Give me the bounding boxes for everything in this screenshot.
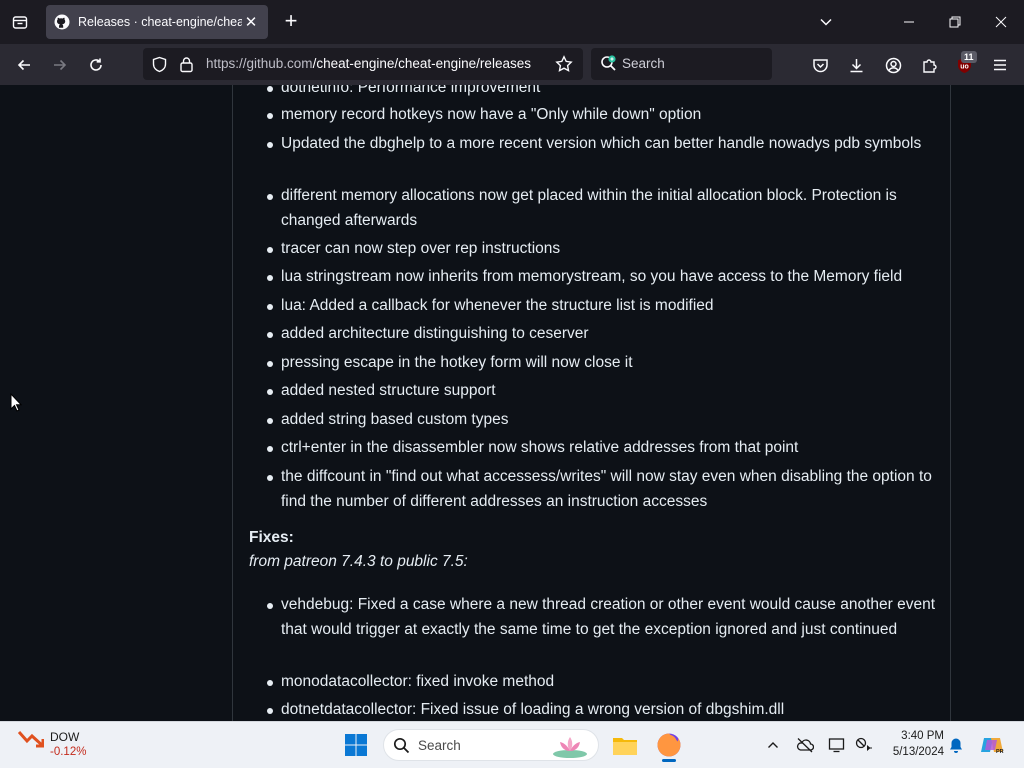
navigation-toolbar: https://github.com/cheat-engine/cheat-en…	[0, 44, 1024, 85]
bookmark-star-button[interactable]	[555, 55, 573, 76]
show-hidden-icons-button[interactable]	[758, 730, 788, 760]
pocket-icon	[812, 58, 828, 72]
stock-name: DOW	[50, 730, 80, 744]
list-item: Updated the dbghelp to a more recent ver…	[267, 132, 937, 157]
list-item: lua stringstream now inherits from memor…	[267, 265, 937, 290]
stock-widget[interactable]: DOW -0.12%	[18, 728, 86, 758]
extensions-button[interactable]	[914, 50, 944, 80]
list-item: added string based custom types	[267, 408, 937, 433]
tab-title: Releases · cheat-engine/cheat-engine	[78, 15, 242, 29]
hamburger-menu-icon	[994, 59, 1006, 71]
start-button[interactable]	[341, 730, 371, 760]
list-item: pressing escape in the hotkey form will …	[267, 351, 937, 376]
cloud-offline-icon	[797, 738, 814, 753]
list-item: monodatacollector: fixed invoke method	[267, 670, 937, 695]
clock-date: 5/13/2024	[892, 746, 944, 758]
account-button[interactable]	[878, 50, 908, 80]
page-viewport: dotnetinfo: Performance improvement memo…	[0, 85, 1024, 721]
address-bar[interactable]: https://github.com/cheat-engine/cheat-en…	[143, 48, 583, 80]
network-icon	[855, 737, 872, 751]
fixes-heading: Fixes:	[249, 529, 294, 546]
chevron-up-icon	[768, 742, 778, 748]
onedrive-tray-button[interactable]	[790, 730, 820, 760]
new-tab-button[interactable]: +	[279, 10, 303, 34]
list-item: the diffcount in "find out what accesses…	[267, 465, 937, 514]
search-bar[interactable]: Search	[591, 48, 772, 80]
tab-list-icon	[12, 16, 28, 29]
stock-change: -0.12%	[50, 746, 87, 758]
downloads-button[interactable]	[841, 50, 871, 80]
url-text[interactable]: https://github.com/cheat-engine/cheat-en…	[206, 56, 531, 71]
list-all-tabs-button[interactable]	[803, 0, 849, 44]
tracking-protection-icon[interactable]	[151, 56, 168, 76]
display-tray-button[interactable]	[822, 730, 852, 760]
firefox-taskbar-button[interactable]	[654, 730, 684, 762]
list-item: tracer can now step over rep instruction…	[267, 237, 937, 262]
copilot-icon: PRE	[981, 738, 1004, 755]
search-icon	[393, 737, 410, 759]
extension-badge: 11	[961, 51, 977, 63]
close-icon	[995, 16, 1007, 28]
arrow-left-icon	[17, 59, 30, 71]
tab-bar: Releases · cheat-engine/cheat-engine ✕ +	[0, 0, 1024, 44]
pocket-button[interactable]	[805, 50, 835, 80]
file-explorer-button[interactable]	[610, 730, 640, 760]
stock-down-icon	[18, 731, 44, 748]
taskbar-search[interactable]: Search	[383, 729, 599, 761]
copilot-button[interactable]: PRE	[977, 730, 1007, 760]
list-item: memory record hotkeys now have a "Only w…	[267, 103, 937, 128]
download-icon	[850, 58, 862, 72]
list-item: ctrl+enter in the disassembler now shows…	[267, 436, 937, 461]
search-placeholder: Search	[622, 56, 665, 71]
reload-button[interactable]	[81, 50, 111, 80]
lock-icon[interactable]	[179, 56, 194, 76]
arrow-right-icon	[54, 59, 67, 71]
minimize-button[interactable]	[886, 0, 932, 44]
taskbar-search-label: Search	[418, 738, 461, 753]
forward-button[interactable]	[45, 50, 75, 80]
github-icon	[54, 14, 70, 30]
list-item: added nested structure support	[267, 379, 937, 404]
tab-list-button[interactable]	[0, 0, 40, 44]
url-host: https://github.com	[206, 56, 313, 71]
network-volume-tray-button[interactable]	[849, 730, 879, 760]
search-engine-icon[interactable]	[600, 55, 618, 76]
firefox-icon	[657, 733, 681, 757]
taskbar: DOW -0.12% Search 3:40 PM 5/13/2024 PR	[0, 721, 1024, 768]
active-tab[interactable]: Releases · cheat-engine/cheat-engine ✕	[46, 5, 268, 39]
system-clock[interactable]: 3:40 PM 5/13/2024	[880, 728, 944, 760]
mouse-cursor-icon	[10, 392, 23, 417]
lotus-icon	[550, 733, 590, 764]
clock-time: 3:40 PM	[901, 730, 944, 742]
puzzle-icon	[922, 58, 937, 73]
notifications-button[interactable]	[941, 730, 971, 760]
monitor-icon	[828, 738, 845, 753]
list-item: added architecture distinguishing to ces…	[267, 322, 937, 347]
fixes-subheading: from patreon 7.4.3 to public 7.5:	[249, 553, 468, 570]
svg-text:PRE: PRE	[996, 749, 1004, 755]
minimize-icon	[904, 21, 914, 23]
chevron-down-icon	[820, 18, 832, 26]
url-path: /cheat-engine/cheat-engine/releases	[312, 56, 531, 71]
restore-button[interactable]	[932, 0, 978, 44]
app-menu-button[interactable]	[985, 50, 1015, 80]
windows-logo-icon	[345, 734, 367, 756]
bell-icon	[950, 738, 962, 753]
tab-close-button[interactable]: ✕	[242, 13, 260, 31]
reload-icon	[90, 58, 102, 71]
active-app-indicator	[662, 759, 676, 762]
list-item: vehdebug: Fixed a case where a new threa…	[267, 593, 937, 642]
list-item: different memory allocations now get pla…	[267, 184, 937, 233]
list-item: lua: Added a callback for whenever the s…	[267, 294, 937, 319]
folder-icon	[613, 738, 637, 755]
list-item: dotnetdatacollector: Fixed issue of load…	[267, 698, 937, 721]
svg-text:uo: uo	[960, 63, 969, 70]
close-window-button[interactable]	[978, 0, 1024, 44]
list-item: dotnetinfo: Performance improvement	[267, 85, 937, 101]
star-icon	[555, 55, 573, 72]
account-icon	[885, 57, 901, 73]
back-button[interactable]	[9, 50, 39, 80]
restore-icon	[949, 16, 961, 28]
